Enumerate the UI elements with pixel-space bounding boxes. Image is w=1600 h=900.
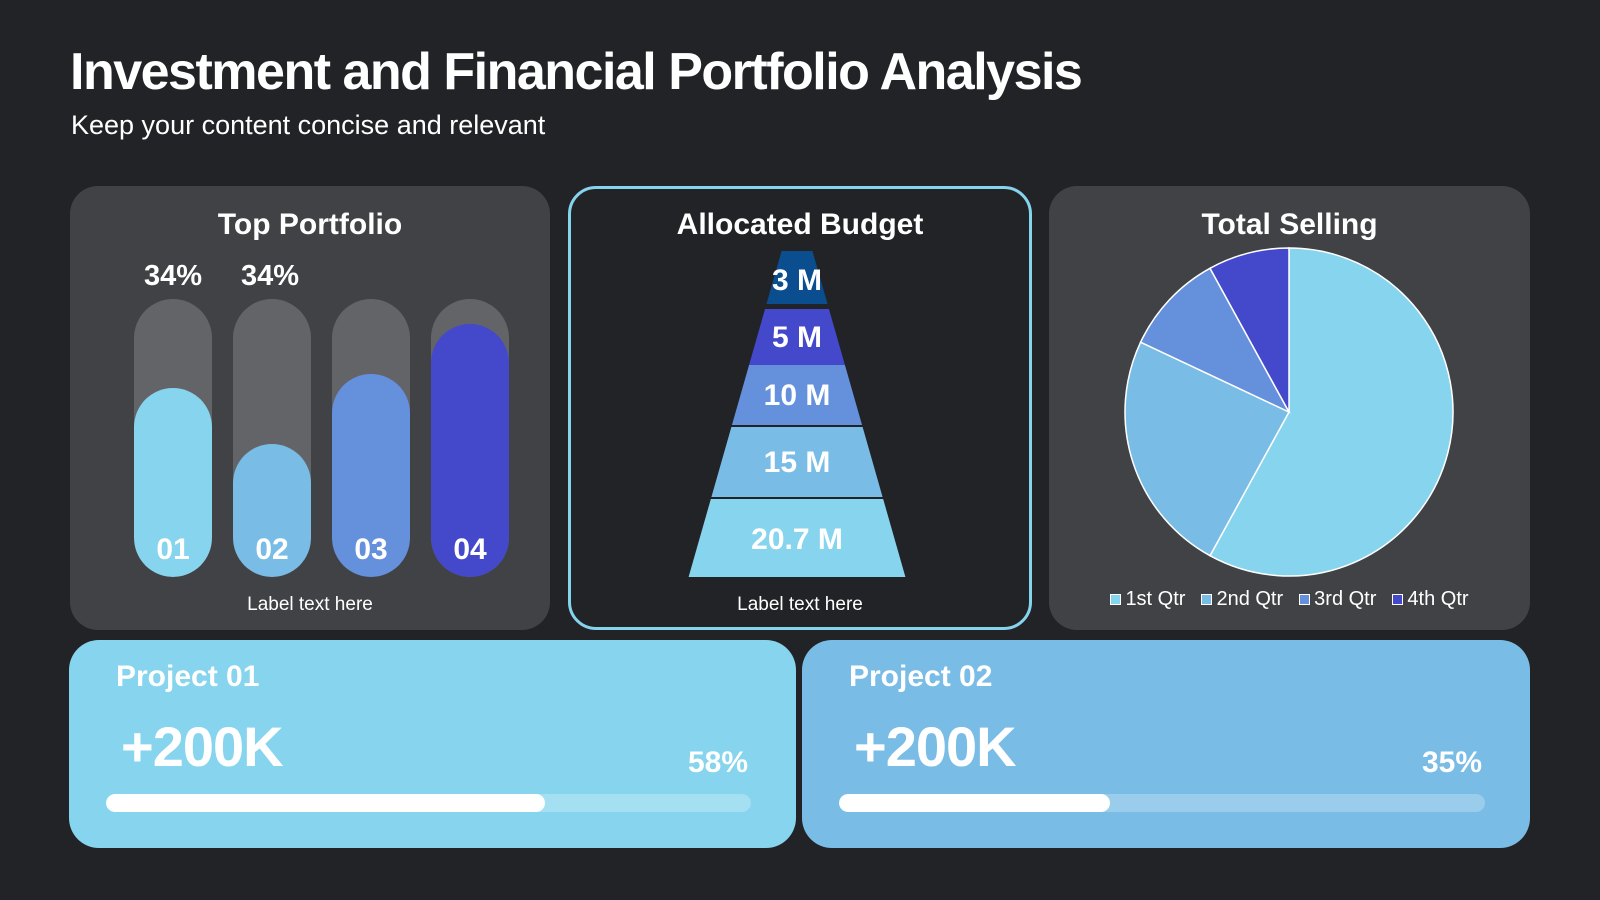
bar-03: 03: [332, 374, 410, 577]
bar-track-03: 03: [332, 299, 410, 577]
bar-category-label-02: 02: [255, 533, 289, 566]
allocated-budget-card: Allocated Budget 3 M 5 M 10 M 15 M 20.7 M La…: [568, 186, 1032, 630]
legend-label-q3: 3rd Qtr: [1314, 588, 1377, 610]
legend-label-q2: 2nd Qtr: [1216, 588, 1284, 610]
pyramid-label-3: 10 M: [764, 379, 831, 412]
bar-value-label-02: 34%: [240, 260, 300, 292]
legend-swatch-q4: [1392, 594, 1404, 605]
bar-category-label-03: 03: [354, 533, 388, 566]
legend-item-q2: 2nd Qtr: [1201, 588, 1283, 611]
bar-category-label-04: 04: [453, 533, 487, 566]
bar-01: 01: [134, 388, 212, 577]
budget-pyramid-chart: 3 M 5 M 10 M 15 M 20.7 M: [688, 251, 906, 577]
pyramid-label-4: 15 M: [764, 446, 831, 479]
pie-legend: 1st Qtr 2nd Qtr 3rd Qtr 4th Qtr: [1049, 588, 1530, 611]
project-01-value: +200K: [121, 715, 284, 778]
project-02-title: Project 02: [849, 660, 993, 693]
allocated-budget-title: Allocated Budget: [676, 208, 924, 241]
legend-item-q4: 4th Qtr: [1392, 588, 1469, 611]
project-02-progress-track: [839, 794, 1485, 812]
legend-label-q1: 1st Qtr: [1125, 588, 1186, 610]
total-selling-pie-chart: [1124, 247, 1454, 577]
bar-track-01: 01: [134, 299, 212, 577]
top-portfolio-axis-label: Label text here: [247, 594, 373, 615]
total-selling-card: Total Selling 1st Qtr 2nd Qtr 3rd Qtr 4t…: [1049, 186, 1530, 630]
project-01-progress-fill: [106, 794, 545, 812]
bar-02: 02: [233, 444, 311, 577]
project-02-value: +200K: [854, 715, 1017, 778]
legend-swatch-q2: [1201, 594, 1213, 605]
project-02-card: Project 02 +200K 35%: [802, 640, 1530, 848]
top-portfolio-card: Top Portfolio 34% 34% 01 02 03 04 Label …: [70, 186, 550, 630]
project-01-card: Project 01 +200K 58%: [69, 640, 796, 848]
bar-value-label-01: 34%: [143, 260, 203, 292]
page-subtitle: Keep your content concise and relevant: [71, 110, 546, 140]
bar-track-02: 02: [233, 299, 311, 577]
bar-category-label-01: 01: [156, 533, 190, 566]
legend-swatch-q1: [1110, 594, 1122, 605]
project-02-progress-fill: [839, 794, 1111, 812]
bar-track-04: 04: [431, 299, 509, 577]
project-01-percent: 58%: [687, 746, 748, 779]
project-01-progress-track: [106, 794, 751, 812]
legend-swatch-q3: [1299, 594, 1311, 605]
legend-item-q1: 1st Qtr: [1110, 588, 1185, 611]
bar-04: 04: [431, 324, 509, 577]
pyramid-label-1: 3 M: [772, 264, 822, 297]
top-portfolio-title: Top Portfolio: [217, 208, 403, 241]
pyramid-label-2: 5 M: [772, 321, 822, 354]
page-title: Investment and Financial Portfolio Analy…: [70, 43, 1083, 101]
project-01-title: Project 01: [116, 660, 260, 693]
legend-item-q3: 3rd Qtr: [1299, 588, 1376, 611]
legend-label-q4: 4th Qtr: [1407, 588, 1469, 610]
project-02-percent: 35%: [1421, 746, 1482, 779]
pyramid-label-5: 20.7 M: [751, 523, 843, 556]
allocated-budget-axis-label: Label text here: [737, 594, 863, 615]
